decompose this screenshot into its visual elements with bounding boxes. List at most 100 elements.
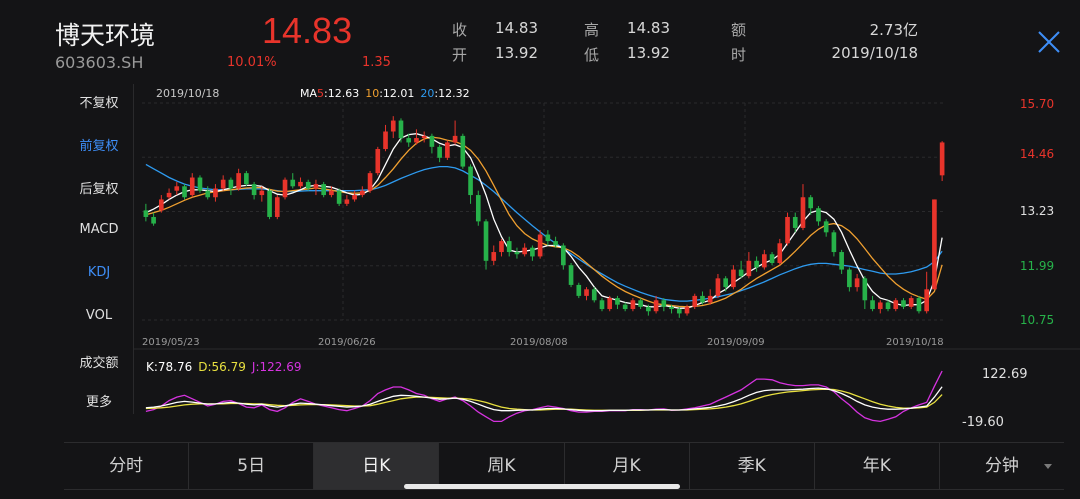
candle-body bbox=[754, 260, 759, 268]
tab-yearly-k[interactable]: 年K bbox=[815, 443, 940, 489]
ma10-key: 10 bbox=[365, 87, 379, 100]
candle-body bbox=[213, 188, 218, 198]
candle-body bbox=[854, 278, 860, 288]
candle-body bbox=[514, 252, 520, 255]
quote-header: 博天环境 603603.SH 14.83 10.01% 1.35 收 14.83… bbox=[0, 0, 1080, 84]
ma-legend: MA5:12.63 10:12.01 20:12.32 bbox=[300, 87, 470, 100]
sidebar-item-backward-adjust[interactable]: 后复权 bbox=[64, 178, 134, 197]
ma5-key: 5 bbox=[317, 87, 324, 100]
candle-body bbox=[475, 195, 481, 222]
close-icon[interactable] bbox=[1035, 28, 1063, 56]
x-label-1: 2019/06/26 bbox=[318, 337, 376, 348]
sidebar-item-forward-adjust[interactable]: 前复权 bbox=[64, 135, 134, 154]
candle-body bbox=[499, 241, 504, 253]
candle-body bbox=[661, 300, 667, 307]
quote-value-time: 2019/10/18 bbox=[831, 44, 918, 62]
quote-label-close: 收 bbox=[452, 21, 468, 39]
candle-body bbox=[259, 190, 265, 196]
candle-body bbox=[290, 179, 296, 187]
candle-body bbox=[901, 300, 906, 307]
candle-body bbox=[746, 260, 752, 277]
legend-date: 2019/10/18 bbox=[156, 87, 219, 100]
price-tick-0: 15.70 bbox=[1020, 97, 1054, 111]
candle-body bbox=[630, 300, 636, 310]
candle-body bbox=[244, 173, 249, 185]
chevron-down-icon bbox=[1044, 464, 1052, 469]
candle-body bbox=[893, 300, 899, 310]
sidebar-item-more[interactable]: 更多 bbox=[64, 391, 134, 410]
kdj-d-value: D:56.79 bbox=[198, 360, 246, 374]
kdj-j-value: J:122.69 bbox=[251, 360, 302, 374]
candle-body bbox=[537, 234, 543, 257]
ma5-value: :12.63 bbox=[324, 87, 359, 100]
candle-body bbox=[545, 234, 551, 242]
candle-body bbox=[220, 179, 226, 189]
sidebar-item-turnover[interactable]: 成交额 bbox=[64, 352, 134, 371]
sidebar-item-vol[interactable]: VOL bbox=[64, 308, 134, 323]
ma20-key: 20 bbox=[420, 87, 434, 100]
period-tabs: 分时 5日 日K 周K 月K 季K 年K 分钟 bbox=[64, 442, 1064, 490]
kdj-lines bbox=[145, 370, 943, 423]
kline-chart[interactable]: 2019/10/18 MA5:12.63 10:12.01 20:12.32 15.… bbox=[134, 84, 1080, 442]
price-tick-1: 14.46 bbox=[1020, 147, 1054, 161]
tab-minute[interactable]: 分钟 bbox=[940, 443, 1064, 489]
candle-body bbox=[329, 190, 334, 196]
tab-monthly-k[interactable]: 月K bbox=[565, 443, 690, 489]
quote-label-high: 高 bbox=[584, 21, 600, 39]
candle-body bbox=[383, 131, 388, 150]
candle-body bbox=[684, 306, 690, 314]
tab-daily-k[interactable]: 日K bbox=[314, 443, 440, 489]
candle-body bbox=[715, 278, 721, 296]
kdj-k-value: K:78.76 bbox=[146, 360, 192, 374]
candle-body bbox=[398, 120, 404, 139]
quote-label-open: 开 bbox=[452, 46, 468, 64]
quote-label-low: 低 bbox=[584, 46, 600, 64]
candle-body bbox=[406, 138, 412, 143]
indicator-sidebar: 不复权 前复权 后复权 MACD KDJ VOL 成交额 更多 bbox=[64, 84, 134, 414]
x-label-2: 2019/08/08 bbox=[510, 337, 568, 348]
candle-body bbox=[267, 190, 272, 217]
candle-body bbox=[584, 289, 589, 296]
candle-body bbox=[375, 149, 381, 174]
quote-value-low: 13.92 bbox=[627, 44, 670, 62]
candle-body bbox=[367, 173, 373, 191]
sidebar-item-no-adjust[interactable]: 不复权 bbox=[64, 92, 134, 111]
quote-label-time: 时 bbox=[731, 46, 747, 64]
x-label-0: 2019/05/23 bbox=[142, 337, 200, 348]
kdj-j-line bbox=[145, 370, 943, 423]
candle-body bbox=[445, 142, 450, 158]
candle-body bbox=[762, 254, 767, 268]
quote-value-open: 13.92 bbox=[495, 44, 538, 62]
candle-body bbox=[189, 177, 195, 196]
sidebar-item-macd[interactable]: MACD bbox=[64, 222, 134, 237]
candle-body bbox=[646, 306, 651, 312]
candle-body bbox=[932, 199, 937, 290]
tab-5day[interactable]: 5日 bbox=[189, 443, 315, 489]
candle-body bbox=[622, 304, 628, 310]
ma10-line bbox=[145, 136, 943, 308]
candle-body bbox=[197, 177, 203, 191]
quote-value-amount: 2.73亿 bbox=[869, 21, 918, 39]
tab-weekly-k[interactable]: 周K bbox=[439, 443, 565, 489]
tab-quarterly-k[interactable]: 季K bbox=[690, 443, 815, 489]
tab-intraday[interactable]: 分时 bbox=[64, 443, 190, 489]
candle-body bbox=[236, 173, 241, 189]
candle-body bbox=[939, 142, 945, 176]
candle-body bbox=[870, 300, 875, 310]
candle-body bbox=[274, 197, 280, 217]
candle-body bbox=[916, 298, 922, 312]
quote-value-high: 14.83 bbox=[627, 19, 670, 37]
home-indicator bbox=[404, 484, 680, 489]
kline-chart-svg[interactable]: 2019/10/18 MA5:12.63 10:12.01 20:12.32 15.… bbox=[134, 84, 1080, 442]
sidebar-item-kdj[interactable]: KDJ bbox=[64, 265, 134, 280]
candle-body bbox=[908, 298, 914, 307]
candle-body bbox=[839, 252, 844, 270]
candle-body bbox=[885, 302, 891, 310]
candle-body bbox=[352, 195, 357, 200]
candle-body bbox=[847, 269, 852, 288]
current-price: 14.83 bbox=[262, 10, 353, 51]
candle-body bbox=[282, 179, 288, 198]
candle-body bbox=[228, 179, 234, 189]
candle-body bbox=[692, 295, 698, 307]
x-label-4: 2019/10/18 bbox=[886, 337, 944, 348]
